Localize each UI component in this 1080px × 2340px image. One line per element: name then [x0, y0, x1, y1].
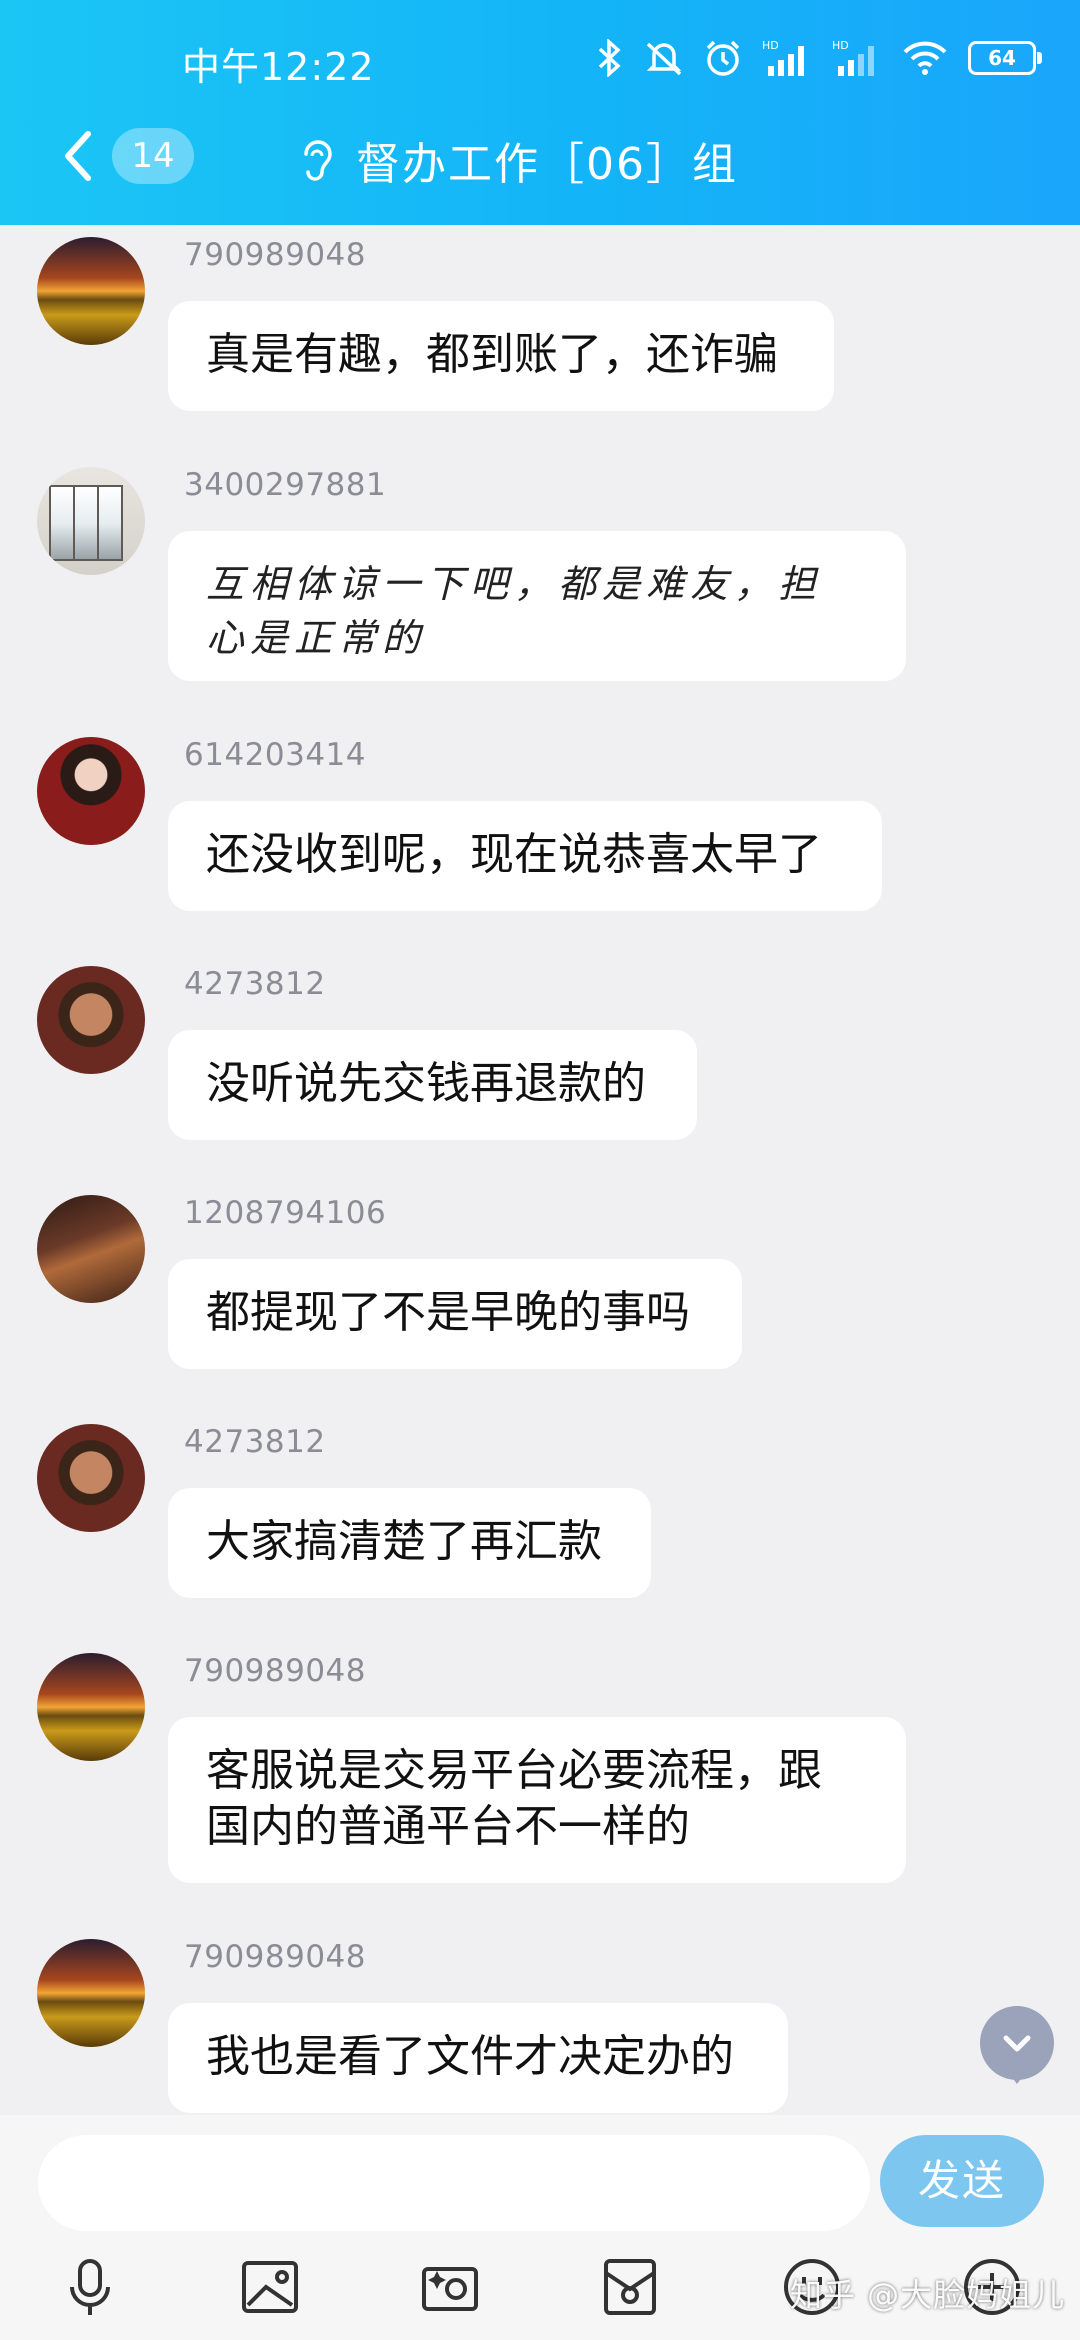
message-bubble[interactable]: 还没收到呢，现在说恭喜太早了	[168, 801, 882, 911]
unread-count-badge[interactable]: 14	[112, 128, 194, 184]
message-line: 心是正常的	[206, 616, 427, 660]
watermark: 知乎 @大脸妈姐儿	[790, 2276, 1066, 2314]
avatar[interactable]	[37, 737, 145, 845]
message-bubble[interactable]: 客服说是交易平台必要流程，跟 国内的普通平台不一样的	[168, 1717, 906, 1883]
image-icon[interactable]	[238, 2255, 302, 2319]
svg-text:HD: HD	[832, 39, 849, 52]
camera-icon[interactable]	[418, 2255, 482, 2319]
alarm-icon	[706, 40, 740, 76]
message-bubble[interactable]: 大家搞清楚了再汇款	[168, 1488, 651, 1598]
sender-id: 614203414	[184, 737, 367, 773]
microphone-icon[interactable]	[58, 2255, 122, 2319]
avatar[interactable]	[37, 237, 145, 345]
status-icons: HD HD 64	[596, 38, 1042, 78]
sender-id: 4273812	[184, 966, 326, 1002]
chat-title[interactable]: 督办工作［06］组	[356, 128, 738, 192]
avatar[interactable]	[37, 467, 145, 575]
message-bubble[interactable]: 我也是看了文件才决定办的	[168, 2003, 788, 2113]
message-bubble[interactable]: 都提现了不是早晚的事吗	[168, 1259, 742, 1369]
avatar[interactable]	[37, 1653, 145, 1761]
status-time: 中午12:22	[182, 45, 375, 89]
sender-id: 790989048	[184, 1939, 367, 1975]
silent-bell-icon	[646, 42, 682, 76]
avatar[interactable]	[37, 1195, 145, 1303]
avatar[interactable]	[37, 1424, 145, 1532]
message-bubble[interactable]: 真是有趣，都到账了，还诈骗	[168, 301, 834, 411]
sender-id: 1208794106	[184, 1195, 387, 1231]
battery-indicator: 64	[968, 41, 1042, 75]
message-line: 互相体谅一下吧，都是难友，担	[206, 562, 823, 606]
chat-header: 中午12:22 HD HD 64 14 督办工作［06］组	[0, 0, 1080, 225]
scroll-to-bottom-button[interactable]	[980, 2006, 1054, 2084]
sender-id: 790989048	[184, 1653, 367, 1689]
message-list[interactable]: 790989048 真是有趣，都到账了，还诈骗 3400297881 互相体谅一…	[0, 225, 1080, 2115]
message-line: 国内的普通平台不一样的	[206, 1801, 690, 1852]
svg-text:HD: HD	[762, 39, 779, 52]
bluetooth-icon	[598, 39, 621, 77]
wifi-icon	[903, 41, 947, 75]
sender-id: 3400297881	[184, 467, 387, 503]
avatar[interactable]	[37, 1939, 145, 2047]
sender-id: 790989048	[184, 237, 367, 273]
message-bubble[interactable]: 互相体谅一下吧，都是难友，担 心是正常的	[168, 531, 906, 681]
avatar[interactable]	[37, 966, 145, 1074]
signal-hd-icon-2: HD	[832, 39, 874, 76]
ear-icon	[304, 140, 332, 181]
chevron-down-icon	[1003, 2035, 1031, 2052]
signal-hd-icon: HD	[762, 39, 804, 76]
file-icon[interactable]	[598, 2255, 662, 2319]
message-line: 客服说是交易平台必要流程，跟	[206, 1745, 822, 1796]
back-icon[interactable]	[58, 128, 98, 184]
message-bubble[interactable]: 没听说先交钱再退款的	[168, 1030, 697, 1140]
message-input[interactable]	[38, 2135, 870, 2231]
sender-id: 4273812	[184, 1424, 326, 1460]
send-button[interactable]: 发送	[880, 2135, 1044, 2227]
